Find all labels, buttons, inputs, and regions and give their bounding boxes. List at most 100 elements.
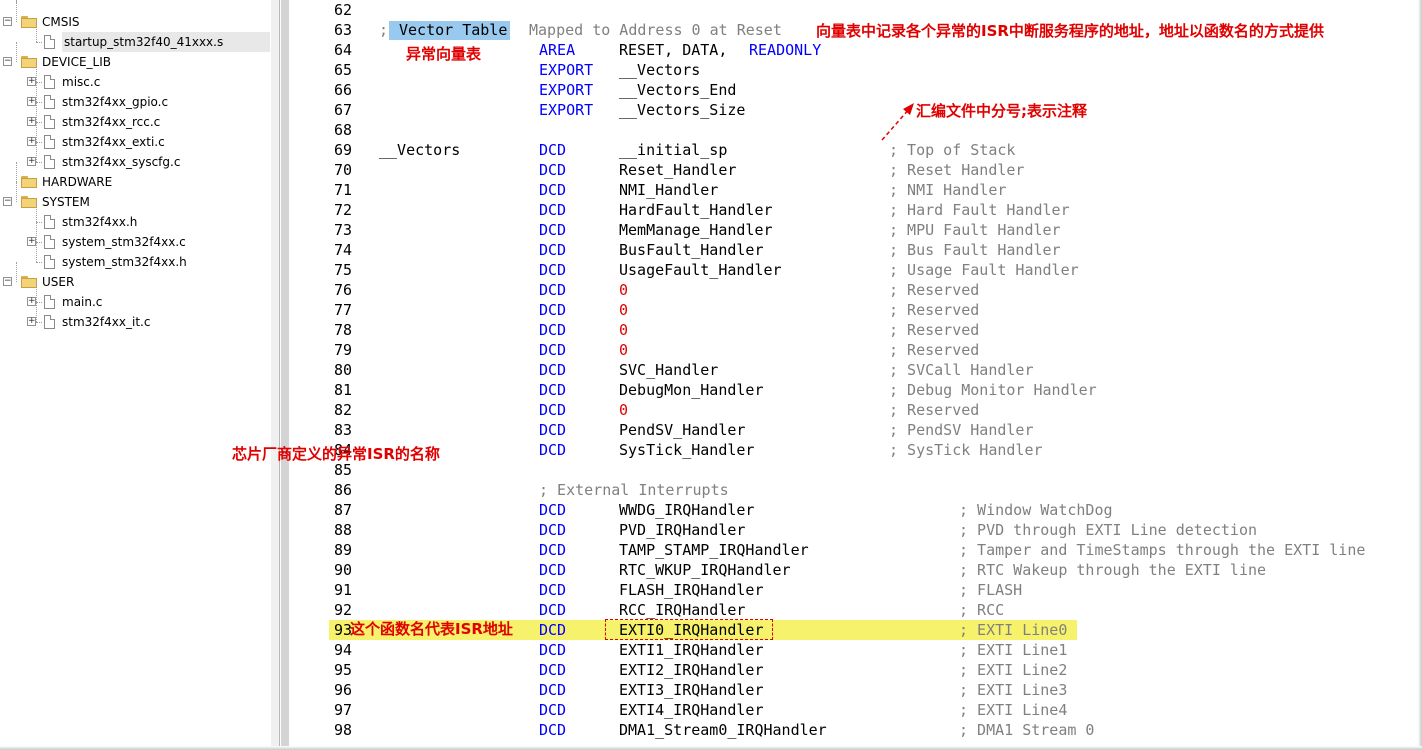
code-line: 84 DCD SysTick_Handler; SysTick Handler (289, 440, 1422, 460)
line-number: 70 (333, 161, 352, 179)
code-line: 82 DCD 0 ; Reserved (289, 400, 1422, 420)
expand-toggle-icon[interactable]: + (27, 117, 36, 126)
code-line: 71 DCD NMI_Handler ; NMI Handler (289, 180, 1422, 200)
code-identifier: RTC_WKUP_IRQHandler (619, 561, 791, 579)
code-keyword: DCD (539, 561, 567, 579)
tree-connector-line (36, 42, 42, 43)
code-line: 94 DCD EXTI1_IRQHandler ; EXTI Line1 (289, 640, 1422, 660)
line-number: 91 (333, 581, 352, 599)
tree-folder[interactable]: HARDWARE (42, 172, 112, 192)
line-number: 65 (333, 61, 352, 79)
code-comment: ; RTC Wakeup through the EXTI line (959, 561, 1267, 579)
code-keyword: DCD (539, 421, 567, 439)
code-keyword: DCD (539, 621, 567, 639)
tree-folder[interactable]: CMSIS (42, 12, 80, 32)
code-line: 68 (289, 120, 1422, 140)
collapse-toggle-icon[interactable]: − (3, 277, 12, 286)
expand-toggle-icon[interactable]: + (27, 237, 36, 246)
tree-file[interactable]: stm32f4xx_rcc.c (62, 112, 160, 132)
expand-toggle-icon[interactable]: + (27, 77, 36, 86)
code-line: 95 DCD EXTI2_IRQHandler ; EXTI Line2 (289, 660, 1422, 680)
code-line: 78 DCD 0 ; Reserved (289, 320, 1422, 340)
code-comment: ; Usage Fault Handler (889, 261, 1079, 279)
code-identifier: NMI_Handler (619, 181, 719, 199)
code-keyword: DCD (539, 701, 567, 719)
code-line: 77 DCD 0 ; Reserved (289, 300, 1422, 320)
code-keyword: DCD (539, 161, 567, 179)
tree-connector-line (16, 182, 17, 202)
tree-file[interactable]: system_stm32f4xx.h (62, 252, 187, 272)
code-line: 92 DCD RCC_IRQHandler ; RCC (289, 600, 1422, 620)
tree-file[interactable]: main.c (62, 292, 102, 312)
code-line: 90 DCD RTC_WKUP_IRQHandler ; RTC Wakeup thr… (289, 560, 1422, 580)
code-identifier: BusFault_Handler (619, 241, 764, 259)
code-keyword: AREA (539, 41, 576, 59)
tree-connector-line (36, 102, 37, 122)
line-number: 94 (333, 641, 352, 659)
expand-toggle-icon[interactable]: + (27, 137, 36, 146)
code-line: 86 ; External Interrupts (289, 480, 1422, 500)
expand-toggle-icon[interactable]: + (27, 157, 36, 166)
folder-icon (21, 176, 37, 188)
project-tree[interactable]: − CMSIS startup_stm32f40_41xxx.s − DEVICE_LI… (0, 0, 272, 750)
tree-file[interactable]: system_stm32f4xx.c (62, 232, 186, 252)
expand-toggle-icon[interactable]: + (27, 317, 36, 326)
tree-file[interactable]: startup_stm32f40_41xxx.s (62, 32, 270, 52)
code-comment: ; MPU Fault Handler (889, 221, 1061, 239)
tree-file[interactable]: misc.c (62, 72, 100, 92)
tree-folder[interactable]: SYSTEM (42, 192, 90, 212)
code-identifier: EXTI1_IRQHandler (619, 641, 764, 659)
tree-connector-line (36, 302, 37, 322)
code-comment: ; Tamper and TimeStamps through the EXTI… (959, 541, 1366, 559)
tree-file[interactable]: stm32f4xx.h (62, 212, 137, 232)
code-comment: ; Reserved (889, 341, 980, 359)
code-comment: ; Reserved (889, 401, 980, 419)
file-icon (44, 95, 55, 109)
line-number: 76 (333, 281, 352, 299)
file-icon (44, 135, 55, 149)
collapse-toggle-icon[interactable]: − (3, 197, 12, 206)
code-identifier: Reset_Handler (619, 161, 737, 179)
code-keyword: DCD (539, 221, 567, 239)
code-line: 80 DCD SVC_Handler ; SVCall Handler (289, 360, 1422, 380)
expand-toggle-icon[interactable]: + (27, 297, 36, 306)
line-number: 78 (333, 321, 352, 339)
collapse-toggle-icon[interactable]: − (3, 57, 12, 66)
code-keyword: EXPORT (539, 81, 594, 99)
code-number: 0 (619, 341, 629, 359)
window-shadow-right (1418, 0, 1422, 750)
tree-connector-line (36, 22, 37, 42)
code-identifier: PendSV_Handler (619, 421, 746, 439)
code-keyword: DCD (539, 321, 567, 339)
tree-folder[interactable]: DEVICE_LIB (42, 52, 111, 72)
code-keyword: DCD (539, 441, 567, 459)
line-number: 98 (333, 721, 352, 739)
line-number: 68 (333, 121, 352, 139)
code-identifier: Vector Table (399, 21, 508, 39)
tree-file[interactable]: stm32f4xx_syscfg.c (62, 152, 180, 172)
tree-connector-line (16, 262, 17, 282)
panel-splitter[interactable] (271, 0, 280, 750)
expand-toggle-icon[interactable]: + (27, 97, 36, 106)
tree-folder[interactable]: USER (42, 272, 74, 292)
code-line: 66 EXPORT __Vectors_End (289, 80, 1422, 100)
tree-connector-line (36, 62, 37, 82)
line-number: 80 (333, 361, 352, 379)
code-line: 89 DCD TAMP_STAMP_IRQHandler ; Tamper and T… (289, 540, 1422, 560)
tree-file[interactable]: stm32f4xx_exti.c (62, 132, 165, 152)
file-icon (44, 75, 55, 89)
line-number: 63 (333, 21, 352, 39)
code-comment: ; EXTI Line3 (959, 681, 1068, 699)
code-identifier: __Vectors_Size (619, 101, 746, 119)
code-identifier: __initial_sp (619, 141, 728, 159)
tree-connector-line (36, 122, 37, 142)
collapse-toggle-icon[interactable]: − (3, 17, 12, 26)
file-icon (44, 235, 55, 249)
code-comment: ; Reserved (889, 321, 980, 339)
tree-file[interactable]: stm32f4xx_it.c (62, 312, 150, 332)
tree-connector-line (16, 2, 17, 22)
file-icon (44, 315, 55, 329)
tree-file[interactable]: stm32f4xx_gpio.c (62, 92, 168, 112)
code-identifier: EXTI3_IRQHandler (619, 681, 764, 699)
line-number: 86 (333, 481, 352, 499)
